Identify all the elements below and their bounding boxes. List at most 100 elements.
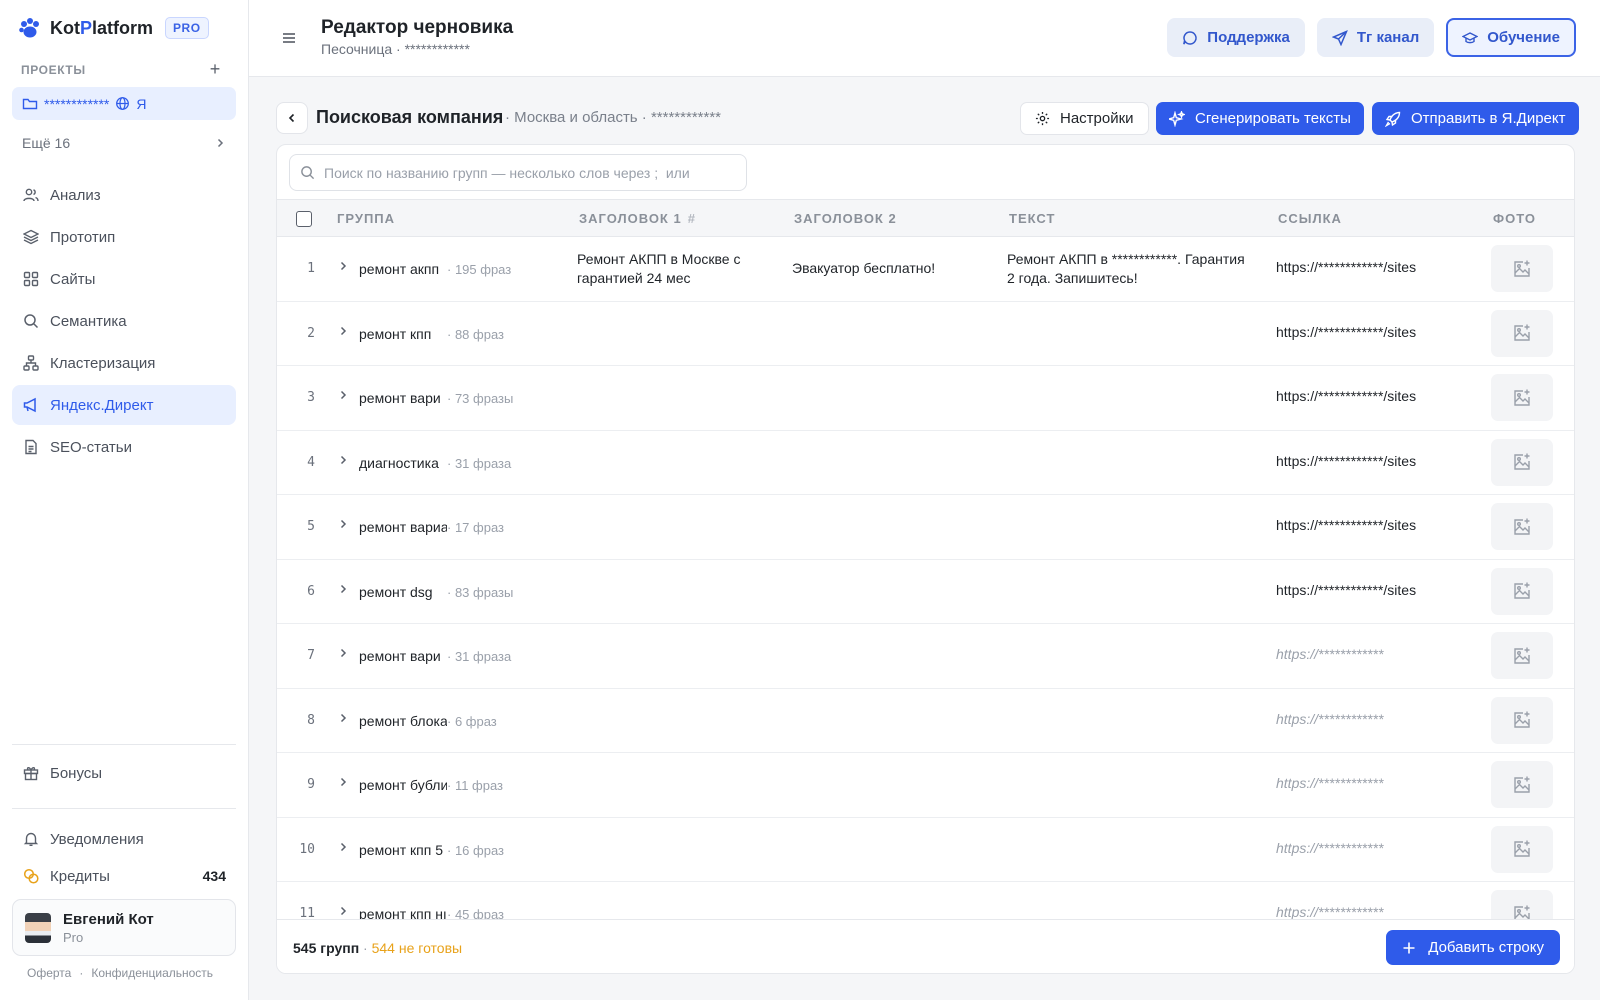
image-add-icon <box>1514 518 1530 535</box>
link-cell[interactable]: https://************/sites <box>1276 324 1416 340</box>
group-name[interactable]: ремонт бублик <box>359 777 447 793</box>
link-cell[interactable]: https://************ <box>1276 775 1383 791</box>
link-cell[interactable]: https://************ <box>1276 711 1383 727</box>
table-row[interactable]: 10 ремонт кпп 5 · 16 фраз https://*********… <box>277 818 1574 882</box>
paper-plane-icon <box>1331 29 1348 46</box>
page-title: Редактор черновика <box>321 17 514 38</box>
column-link[interactable]: ССЫЛКА <box>1278 211 1342 226</box>
table-row[interactable]: 1 ремонт акпп · 195 фраз Ремонт АКПП в Моск… <box>277 237 1574 302</box>
group-name[interactable]: диагностика <box>359 455 447 471</box>
link-cell[interactable]: https://************/sites <box>1276 453 1416 469</box>
column-group[interactable]: ГРУППА <box>337 211 395 226</box>
expand-chevron-icon[interactable] <box>337 646 349 662</box>
project-item[interactable]: ************ Я <box>12 87 236 120</box>
nav-item-analysis[interactable]: Анализ <box>12 175 236 215</box>
table-row[interactable]: 2 ремонт кпп · 88 фраз https://************… <box>277 302 1574 366</box>
row-number: 5 <box>307 519 315 534</box>
bonuses-link[interactable]: Бонусы <box>12 756 236 790</box>
layers-icon <box>23 229 39 245</box>
add-row-button[interactable]: Добавить строку <box>1386 930 1560 965</box>
settings-button[interactable]: Настройки <box>1020 102 1149 135</box>
expand-chevron-icon[interactable] <box>337 711 349 727</box>
phrase-count: · 16 фраз <box>447 842 504 858</box>
table-row[interactable]: 5 ремонт вариа · 17 фраз https://**********… <box>277 495 1574 560</box>
offer-link[interactable]: Оферта <box>27 966 71 980</box>
column-headline-2[interactable]: ЗАГОЛОВОК 2 <box>794 211 897 226</box>
ad-text-cell[interactable]: Ремонт АКПП в ************. Гарантия 2 г… <box>1007 250 1252 288</box>
add-photo-button[interactable] <box>1491 825 1553 873</box>
nav-item-sites[interactable]: Сайты <box>12 259 236 299</box>
nav-item-prototype[interactable]: Прототип <box>12 217 236 257</box>
column-headline-1[interactable]: ЗАГОЛОВОК 1 # <box>579 211 696 226</box>
group-name[interactable]: ремонт вари <box>359 390 447 406</box>
group-name[interactable]: ремонт кпп 5 <box>359 842 447 858</box>
learning-button[interactable]: Обучение <box>1446 18 1576 57</box>
more-projects[interactable]: Ещё 16 <box>12 127 236 159</box>
expand-chevron-icon[interactable] <box>337 582 349 598</box>
table-row[interactable]: 4 диагностика · 31 фраза https://**********… <box>277 431 1574 495</box>
expand-chevron-icon[interactable] <box>337 259 349 275</box>
link-cell[interactable]: https://************ <box>1276 840 1383 856</box>
menu-icon[interactable] <box>281 30 297 46</box>
add-photo-button[interactable] <box>1491 503 1553 550</box>
add-photo-button[interactable] <box>1491 438 1553 486</box>
group-name[interactable]: ремонт акпп <box>359 261 447 277</box>
link-cell[interactable]: https://************ <box>1276 904 1383 920</box>
nav-item-seo-articles[interactable]: SEO-статьи <box>12 427 236 467</box>
expand-chevron-icon[interactable] <box>337 324 349 340</box>
expand-chevron-icon[interactable] <box>337 775 349 791</box>
link-cell[interactable]: https://************ <box>1276 646 1383 662</box>
add-photo-button[interactable] <box>1491 374 1553 421</box>
group-name[interactable]: ремонт кпп <box>359 326 447 342</box>
link-cell[interactable]: https://************/sites <box>1276 259 1416 275</box>
select-all-checkbox[interactable] <box>296 211 312 227</box>
table-row[interactable]: 7 ремонт вари · 31 фраза https://**********… <box>277 624 1574 689</box>
add-project-button[interactable]: + <box>206 58 224 80</box>
add-photo-button[interactable] <box>1491 309 1553 357</box>
column-photo[interactable]: ФОТО <box>1493 211 1536 226</box>
group-name[interactable]: ремонт вариа <box>359 519 447 535</box>
row-number: 3 <box>307 390 315 405</box>
telegram-button[interactable]: Tг канал <box>1316 18 1435 57</box>
expand-chevron-icon[interactable] <box>337 840 349 856</box>
table-row[interactable]: 3 ремонт вари · 73 фразы https://**********… <box>277 366 1574 431</box>
credits-link[interactable]: Кредиты 434 <box>12 859 236 893</box>
group-name[interactable]: ремонт блока а <box>359 713 447 729</box>
nav-item-clustering[interactable]: Кластеризация <box>12 343 236 383</box>
phrase-count: · 6 фраз <box>447 713 497 729</box>
add-photo-button[interactable] <box>1491 696 1553 744</box>
back-button[interactable] <box>276 102 308 134</box>
table-row[interactable]: 9 ремонт бублик · 11 фраз https://*********… <box>277 753 1574 818</box>
link-cell[interactable]: https://************/sites <box>1276 582 1416 598</box>
column-text[interactable]: ТЕКСТ <box>1009 211 1055 226</box>
group-search[interactable] <box>289 154 747 191</box>
table-row[interactable]: 8 ремонт блока а· 6 фраз https://*********… <box>277 689 1574 753</box>
add-photo-button[interactable] <box>1491 245 1553 292</box>
link-cell[interactable]: https://************/sites <box>1276 517 1416 533</box>
support-button[interactable]: Поддержка <box>1167 18 1305 57</box>
expand-chevron-icon[interactable] <box>337 388 349 404</box>
notifications-link[interactable]: Уведомления <box>12 822 236 856</box>
send-to-direct-button[interactable]: Отправить в Я.Директ <box>1372 102 1579 135</box>
add-photo-button[interactable] <box>1491 632 1553 679</box>
expand-chevron-icon[interactable] <box>337 453 349 469</box>
projects-label: ПРОЕКТЫ <box>21 63 86 77</box>
privacy-link[interactable]: Конфиденциальность <box>91 966 213 980</box>
add-photo-button[interactable] <box>1491 567 1553 615</box>
headline-2-cell[interactable]: Эвакуатор бесплатно! <box>792 260 992 276</box>
link-cell[interactable]: https://************/sites <box>1276 388 1416 404</box>
expand-chevron-icon[interactable] <box>337 904 349 920</box>
headline-1-cell[interactable]: Ремонт АКПП в Москве с гарантией 24 мес <box>577 250 772 288</box>
group-search-input[interactable] <box>324 164 724 181</box>
expand-chevron-icon[interactable] <box>337 517 349 533</box>
add-photo-button[interactable] <box>1491 761 1553 808</box>
logo[interactable]: KotPlatform PRO <box>18 16 209 40</box>
generate-texts-button[interactable]: Сгенерировать тексты <box>1156 102 1364 135</box>
group-name[interactable]: ремонт dsg <box>359 584 447 600</box>
table-row[interactable]: 6 ремонт dsg · 83 фразы https://***********… <box>277 560 1574 624</box>
group-name[interactable]: ремонт вари <box>359 648 447 664</box>
table-header: ГРУППА ЗАГОЛОВОК 1 # ЗАГОЛОВОК 2 ТЕКСТ СС… <box>277 199 1574 237</box>
nav-item-semantics[interactable]: Семантика <box>12 301 236 341</box>
nav-item-yandex-direct[interactable]: Яндекс.Директ <box>12 385 236 425</box>
user-card[interactable]: Евгений Кот Pro <box>12 899 236 956</box>
